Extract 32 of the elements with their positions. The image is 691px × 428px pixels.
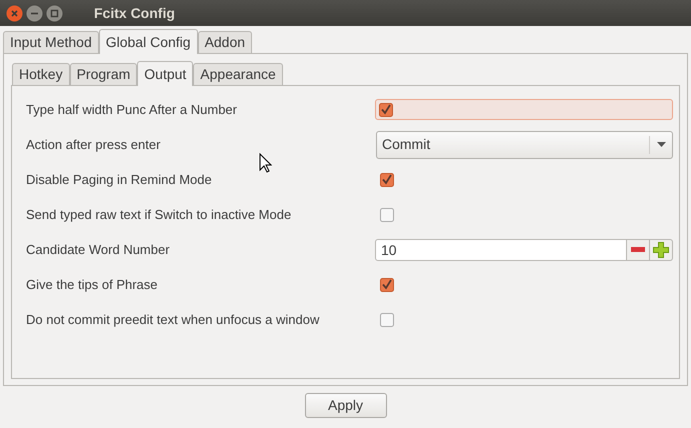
window-title: Fcitx Config — [94, 4, 175, 23]
tab[interactable]: Addon — [198, 31, 252, 53]
option-label: Give the tips of Phrase — [26, 276, 159, 294]
option-label: Action after press enter — [26, 136, 162, 154]
option-label: Do not commit preedit text when unfocus a window — [26, 310, 320, 329]
increase-button[interactable] — [650, 238, 673, 260]
tab[interactable]: Input Method — [3, 31, 99, 53]
decrease-button[interactable] — [627, 238, 650, 260]
tab[interactable]: Appearance — [193, 63, 283, 85]
checkbox[interactable] — [379, 102, 393, 116]
option-label: Disable Paging in Remind Mode — [26, 170, 213, 189]
option-label: Candidate Word Number — [26, 240, 171, 259]
option-label: Send typed raw text if Switch to inactive Mode — [26, 206, 292, 224]
tab[interactable]: Output — [137, 61, 194, 86]
minus-icon — [631, 247, 645, 252]
close-icon[interactable] — [6, 4, 23, 22]
option-label: Type half width Punc After a Number — [26, 100, 238, 119]
number-field[interactable]: 10 — [375, 238, 627, 260]
tab[interactable]: Global Config — [98, 29, 198, 54]
plus-icon — [653, 242, 669, 258]
pointer-icon — [259, 153, 272, 173]
checkbox[interactable] — [380, 172, 394, 186]
dropdown[interactable]: Commit — [376, 130, 673, 158]
apply-button[interactable]: Apply — [304, 393, 386, 418]
checkbox[interactable] — [380, 208, 394, 222]
dropdown-arrow-icon — [657, 142, 666, 147]
tab[interactable]: Hotkey — [12, 63, 70, 85]
checkbox[interactable] — [380, 278, 394, 292]
minimize-icon[interactable] — [26, 4, 43, 22]
maximize-icon[interactable] — [46, 4, 63, 22]
checkbox[interactable] — [380, 312, 394, 326]
tab[interactable]: Program — [70, 63, 138, 85]
